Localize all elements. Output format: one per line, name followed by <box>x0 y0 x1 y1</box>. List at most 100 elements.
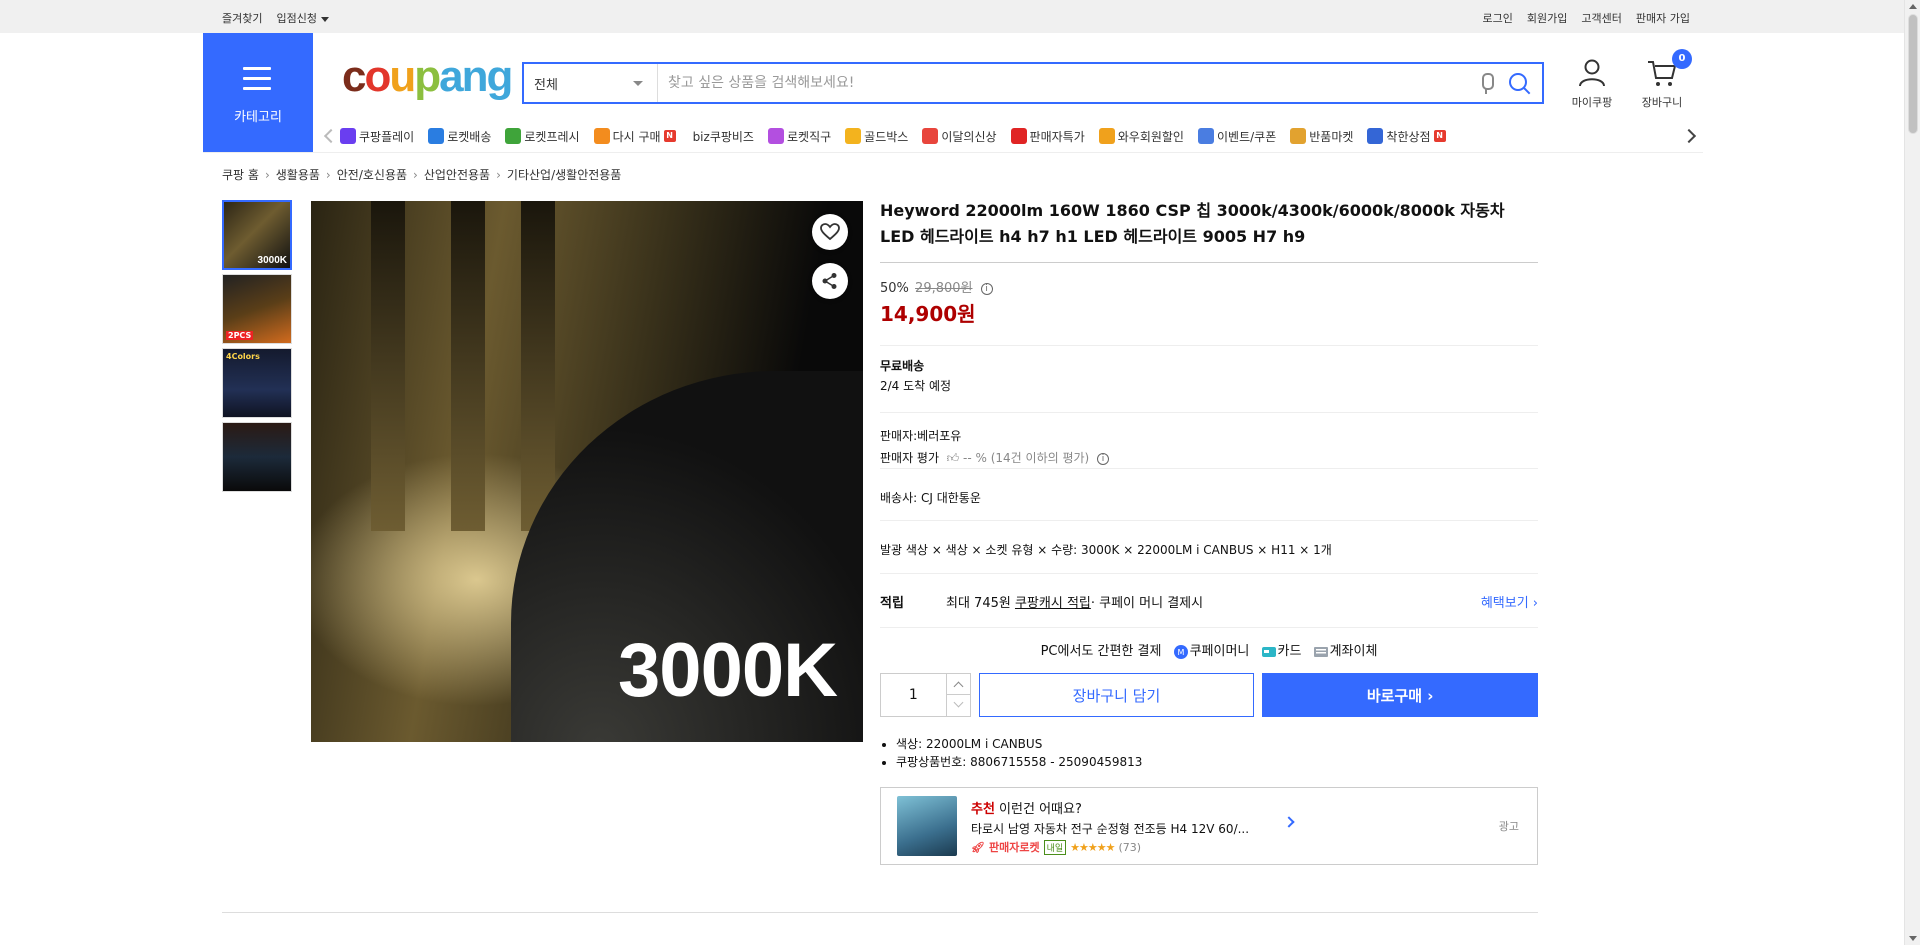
seller-apply-link[interactable]: 입점신청 <box>276 10 329 26</box>
nav-item[interactable]: 골드박스 <box>845 128 908 145</box>
seller-rating-label: 판매자 평가 <box>880 451 940 465</box>
nav-item[interactable]: 판매자특가 <box>1010 128 1085 145</box>
info-icon[interactable]: i <box>980 282 993 295</box>
coupang-cash-link[interactable]: 쿠팡캐시 적립 <box>1015 592 1091 611</box>
payment-method: 쿠페이머니 <box>1189 644 1250 659</box>
purchase-actions: 1 장바구니 담기 바로구매 › <box>880 673 1538 721</box>
recommended-product-name[interactable]: 타로시 남영 자동차 전구 순정형 전조등 H4 12V 60/... <box>971 820 1249 837</box>
cart-button[interactable]: 0 장바구니 <box>1632 49 1692 110</box>
recommended-product-image[interactable] <box>897 796 957 856</box>
benefit-more-link[interactable]: 혜택보기 › <box>1481 592 1538 611</box>
original-price: 29,800원 <box>915 281 973 296</box>
nav-item[interactable]: 이벤트/쿠폰 <box>1197 128 1277 145</box>
product-thumbnail[interactable]: 2PCS <box>222 274 292 344</box>
chevron-right-icon: › <box>496 167 501 182</box>
nav-item[interactable]: 쿠팡플레이 <box>340 128 414 145</box>
nav-item[interactable]: 반품마켓 <box>1290 128 1353 145</box>
add-to-cart-button[interactable]: 장바구니 담기 <box>978 673 1255 717</box>
buy-now-label: 바로구매 <box>1366 686 1423 705</box>
shortcut-nav: 쿠팡플레이 로켓배송 로켓프레시 다시 구매 N biz쿠팡비즈 로켓직구 골드박스 이달의신상… <box>320 122 1700 150</box>
breadcrumb: 쿠팡 홈 › 생활용품 › 안전/호신용품 › 산업안전용품 › 기타산업/생활안전용품 <box>222 166 621 183</box>
breadcrumb-item[interactable]: 쿠팡 홈 <box>222 166 259 183</box>
my-coupang-label: 마이쿠팡 <box>1571 96 1613 109</box>
nav-next-arrow-icon[interactable] <box>1684 122 1700 150</box>
nav-item[interactable]: 다시 구매 N <box>593 128 676 145</box>
sale-price: 14,900원 <box>880 302 976 326</box>
microphone-icon[interactable] <box>1476 71 1496 95</box>
my-coupang-button[interactable]: 마이쿠팡 <box>1564 58 1620 110</box>
nav-item[interactable]: 로켓직구 <box>767 128 832 145</box>
payment-methods: PC에서도 간편한 결제 M 쿠페이머니 카드 계좌이체 <box>880 627 1538 667</box>
gold-box-icon <box>845 128 862 144</box>
product-summary-list: 색상: 22000LM i CANBUS 쿠팡상품번호: 8806715558 … <box>880 735 1538 771</box>
nav-item-label: 이달의신상 <box>941 129 997 144</box>
globe-icon <box>767 128 784 144</box>
product-main-image[interactable]: 3000K <box>311 201 863 742</box>
login-link[interactable]: 로그인 <box>1483 10 1513 26</box>
product-thumbnail[interactable] <box>222 422 292 492</box>
scroll-up-arrow-icon[interactable] <box>1909 4 1917 9</box>
svg-text:M: M <box>1177 648 1184 657</box>
nav-item-label: 이벤트/쿠폰 <box>1216 129 1277 144</box>
reco-heading: 추천 이런건 어때요? <box>971 798 1082 817</box>
quantity-decrease-icon[interactable] <box>947 695 970 716</box>
product-thumbnail[interactable]: 3000K <box>222 200 292 270</box>
image-detail <box>371 201 405 531</box>
shop-icon <box>1367 128 1384 144</box>
scroll-down-arrow-icon[interactable] <box>1909 936 1917 941</box>
discount-rate: 50% <box>880 281 909 296</box>
seller-info: 판매자:베러포유 판매자 평가 👍︎ -- % (14건 이하의 평가) i <box>880 412 1538 468</box>
nav-item-label: 로켓직구 <box>786 129 832 144</box>
bank-transfer-icon <box>1313 646 1328 657</box>
category-menu-button[interactable]: 카테고리 <box>203 33 313 153</box>
coupay-money-icon: M <box>1173 644 1188 659</box>
breadcrumb-item[interactable]: 산업안전용품 <box>424 166 490 183</box>
bookmark-link[interactable]: 즐겨찾기 <box>222 10 262 26</box>
nav-item[interactable]: biz쿠팡비즈 <box>690 128 754 145</box>
new-bag-icon <box>922 128 939 144</box>
shipping-info: 무료배송 2/4 도착 예정 <box>880 345 1538 412</box>
reward-suffix: · 쿠페이 머니 결제시 <box>1090 596 1204 611</box>
signup-link[interactable]: 회원가입 <box>1527 10 1567 26</box>
product-thumbnail[interactable]: 4Colors <box>222 348 292 418</box>
nav-item[interactable]: 로켓프레시 <box>505 128 580 145</box>
coupang-logo[interactable]: coupang <box>342 52 513 101</box>
card-icon <box>1261 646 1276 657</box>
discount-line: 50% 29,800원 i <box>880 277 1538 296</box>
quantity-increase-icon[interactable] <box>946 674 970 695</box>
cart-label: 장바구니 <box>1641 96 1683 109</box>
vertical-scrollbar[interactable] <box>1904 0 1920 945</box>
nav-item[interactable]: 착한상점 N <box>1367 128 1446 145</box>
quantity-input[interactable]: 1 <box>881 674 946 716</box>
share-button[interactable] <box>812 263 848 299</box>
nav-prev-arrow-icon[interactable] <box>320 122 336 150</box>
rocket-icon: 🚀︎ <box>971 840 985 854</box>
search-scope-select[interactable]: 전체 <box>524 64 658 102</box>
percent-icon <box>1010 128 1027 144</box>
customer-center-link[interactable]: 고객센터 <box>1581 10 1621 26</box>
scroll-thumb[interactable] <box>1908 14 1918 134</box>
search-icon[interactable] <box>1504 68 1534 98</box>
seller-name[interactable]: 판매자:베러포유 <box>880 425 1538 447</box>
chevron-right-icon[interactable] <box>1283 816 1295 828</box>
top-utility-bar: 즐겨찾기 입점신청 로그인 회원가입 고객센터 판매자 가입 <box>0 0 1904 33</box>
search-input[interactable] <box>658 64 1476 102</box>
delivery-date: 2/4 도착 예정 <box>880 379 952 393</box>
breadcrumb-item[interactable]: 안전/호신용품 <box>337 166 407 183</box>
seller-signup-link[interactable]: 판매자 가입 <box>1636 10 1690 26</box>
info-icon[interactable]: i <box>1097 452 1110 465</box>
chevron-right-icon: › <box>264 167 270 182</box>
nav-item[interactable]: 이달의신상 <box>922 128 997 145</box>
logo-letter: o <box>364 52 391 101</box>
review-count: (73) <box>1118 840 1142 854</box>
selected-option[interactable]: 발광 색상 × 색상 × 소켓 유형 × 수량: 3000K × 22000LM… <box>880 520 1538 573</box>
buy-now-button[interactable]: 바로구매 › <box>1262 673 1538 717</box>
breadcrumb-item[interactable]: 생활용품 <box>276 166 320 183</box>
nav-item-label: 로켓배송 <box>447 129 492 144</box>
wishlist-button[interactable] <box>812 214 848 250</box>
breadcrumb-item[interactable]: 기타산업/생활안전용품 <box>507 166 621 183</box>
nav-item[interactable]: 와우회원할인 <box>1098 128 1184 145</box>
nav-item[interactable]: 로켓배송 <box>428 128 491 145</box>
recommendation-ad[interactable]: 추천 이런건 어때요? 타로시 남영 자동차 전구 순정형 전조등 H4 12V… <box>880 787 1538 865</box>
market-icon <box>1290 128 1307 144</box>
